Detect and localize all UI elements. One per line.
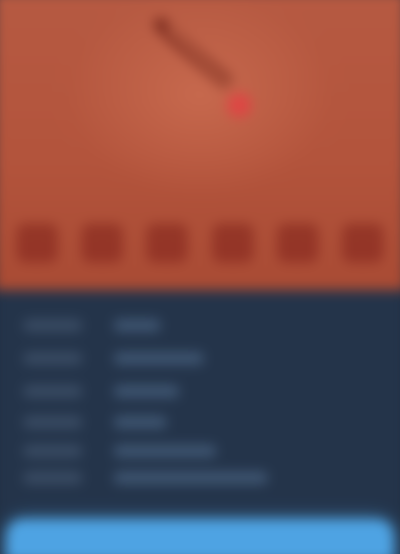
primary-action-button[interactable] [6,519,394,554]
detail-value [113,352,205,365]
hero-stats [16,220,384,265]
detail-row [22,315,377,338]
stat-chip [146,223,189,263]
detail-label [22,444,83,458]
detail-row [22,441,377,464]
detail-value [113,471,268,485]
detail-value [113,416,168,429]
stat-chip [16,223,58,263]
stat-chip [342,223,384,263]
detail-label [22,416,83,429]
hero-banner [0,0,400,291]
detail-value [113,444,217,458]
detail-label [22,471,83,485]
detail-label [22,385,83,398]
detail-row [22,348,377,371]
stat-chip [81,223,123,263]
detail-label [22,319,83,332]
detail-row [22,468,377,491]
details-panel [0,290,400,554]
detail-label [22,352,83,365]
detail-row [22,381,377,404]
stat-chip [276,223,319,263]
detail-value [113,319,161,332]
detail-value [113,385,180,398]
detail-row [22,412,377,435]
stat-chip [211,223,254,263]
blurred-screen [0,0,400,554]
drumstick-icon [153,17,252,118]
